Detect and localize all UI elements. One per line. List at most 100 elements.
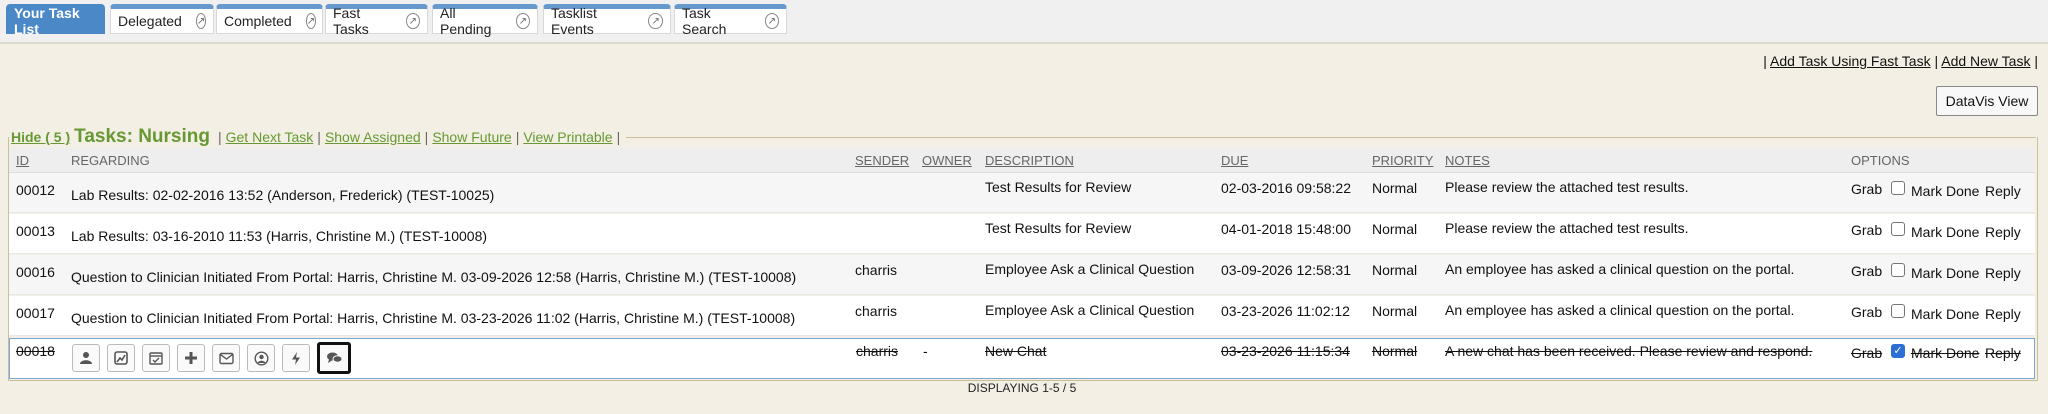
hide-toggle-link[interactable]: Hide ( 5 ) [11,129,70,145]
popout-icon[interactable]: ↗ [648,13,663,29]
plus-icon[interactable] [177,344,205,372]
mark-done-label: Mark Done [1911,345,1980,361]
show-assigned-link[interactable]: Show Assigned [325,129,421,145]
cell-priority: Normal [1372,303,1418,319]
grab-link[interactable]: Grab [1851,263,1882,279]
cell-description: Employee Ask a Clinical Question [985,261,1195,277]
mark-done-label: Mark Done [1911,224,1980,240]
mark-done-label: Mark Done [1911,306,1980,322]
pagination-status: DISPLAYING 1-5 / 5 [967,381,1077,395]
mark-done-label: Mark Done [1911,265,1980,281]
separator: | [424,129,429,145]
cell-notes: A new chat has been received. Please rev… [1445,343,1813,359]
cell-priority: Normal [1372,262,1418,278]
cell-sender: charris [856,343,899,359]
tab-label: Delegated [118,13,182,29]
calendar-check-icon[interactable] [142,344,170,372]
grab-link[interactable]: Grab [1851,181,1882,197]
separator: | [317,129,321,145]
chat-icon[interactable] [317,342,351,374]
cell-owner: - [923,343,928,359]
table-row[interactable]: 00016 Question to Clinician Initiated Fr… [9,255,2035,295]
grab-link[interactable]: Grab [1851,222,1882,238]
separator: | [1763,53,1767,69]
col-priority-header[interactable]: PRIORITY [1372,153,1433,168]
tab-task-search[interactable]: Task Search ↗ [674,4,787,37]
mark-done-checkbox[interactable]: ✓ [1891,344,1905,358]
cell-priority: Normal [1372,221,1418,237]
cell-notes: Please review the attached test results. [1445,179,1689,195]
separator: | [515,129,520,145]
table-row[interactable]: 00012 Lab Results: 02-02-2016 13:52 (And… [9,173,2035,213]
user-circle-icon[interactable] [247,344,275,372]
cell-regarding: Question to Clinician Initiated From Por… [71,310,796,326]
popout-icon[interactable]: ↗ [764,13,779,29]
show-future-link[interactable]: Show Future [432,129,511,145]
col-notes-header[interactable]: NOTES [1445,153,1490,168]
col-owner-header[interactable]: OWNER [922,153,972,168]
col-description-header[interactable]: DESCRIPTION [985,153,1074,168]
cell-due: 03-23-2026 11:15:34 [1221,343,1350,359]
tab-label: Tasklist Events [551,5,597,37]
bolt-icon[interactable] [282,344,310,372]
grab-link[interactable]: Grab [1851,345,1882,361]
cell-priority: Normal [1372,180,1418,196]
tab-label: Your Task List [14,5,80,37]
user-icon[interactable] [72,344,100,372]
tab-your-task-list[interactable]: Your Task List [6,4,105,37]
get-next-task-link[interactable]: Get Next Task [226,129,314,145]
tab-fast-tasks[interactable]: Fast Tasks ↗ [325,4,428,37]
popout-icon[interactable]: ↗ [515,13,530,29]
cell-id: 00017 [16,305,55,321]
table-header: ID REGARDING SENDER OWNER DESCRIPTION DU… [9,148,2035,173]
cell-description: Employee Ask a Clinical Question [985,302,1195,318]
cell-description: Test Results for Review [985,179,1132,195]
table-row[interactable]: 00017 Question to Clinician Initiated Fr… [9,296,2035,336]
panel-title: Tasks: Nursing [74,126,210,147]
col-due-header[interactable]: DUE [1221,153,1248,168]
tab-label: All Pending [440,5,492,37]
envelope-icon[interactable] [212,344,240,372]
add-task-fast-task-link[interactable]: Add Task Using Fast Task [1770,53,1931,69]
mark-done-checkbox[interactable] [1891,304,1905,318]
image-icon[interactable] [107,344,135,372]
tab-completed[interactable]: Completed ↗ [216,4,323,34]
tab-tasklist-events[interactable]: Tasklist Events ↗ [543,4,671,37]
mark-done-checkbox[interactable] [1891,263,1905,277]
separator: | [2034,53,2038,69]
cell-due: 03-23-2026 11:02:12 [1221,303,1350,319]
reply-link[interactable]: Reply [1985,183,2021,199]
tab-delegated[interactable]: Delegated ↗ [110,4,214,34]
tab-label: Fast Tasks [333,5,369,37]
reply-link[interactable]: Reply [1985,306,2021,322]
mark-done-checkbox[interactable] [1891,181,1905,195]
cell-id: 00012 [16,182,55,198]
table-row-completed[interactable]: 00018 charris - New Chat 03-23-2026 11:1… [9,338,2035,379]
mark-done-checkbox[interactable] [1891,222,1905,236]
cell-regarding: Lab Results: 03-16-2010 11:53 (Harris, C… [71,228,488,244]
cell-notes: An employee has asked a clinical questio… [1445,261,1795,277]
cell-priority: Normal [1372,343,1418,359]
popout-icon[interactable]: ↗ [405,13,420,29]
separator: | [217,129,222,145]
add-new-task-link[interactable]: Add New Task [1941,53,2030,69]
view-printable-link[interactable]: View Printable [523,129,612,145]
cell-notes: Please review the attached test results. [1445,220,1689,236]
col-sender-header[interactable]: SENDER [855,153,909,168]
reply-link[interactable]: Reply [1985,224,2021,240]
reply-link[interactable]: Reply [1985,345,2021,361]
datavis-view-button[interactable]: DataVis View [1936,86,2038,116]
cell-id: 00013 [16,223,55,239]
panel-legend: Hide ( 5 ) Tasks: Nursing | Get Next Tas… [11,126,627,148]
tab-label: Completed [224,13,292,29]
reply-link[interactable]: Reply [1985,265,2021,281]
task-action-links: | Add Task Using Fast Task | Add New Tas… [1763,53,2038,69]
popout-icon[interactable]: ↗ [305,13,317,29]
tab-all-pending[interactable]: All Pending ↗ [432,4,538,37]
cell-description: New Chat [985,343,1047,359]
table-row[interactable]: 00013 Lab Results: 03-16-2010 11:53 (Har… [9,214,2035,254]
tab-bar: Your Task List Delegated ↗ Completed ↗ Fas… [0,0,2048,44]
grab-link[interactable]: Grab [1851,304,1882,320]
col-id-header[interactable]: ID [16,153,29,168]
popout-icon[interactable]: ↗ [195,13,207,29]
